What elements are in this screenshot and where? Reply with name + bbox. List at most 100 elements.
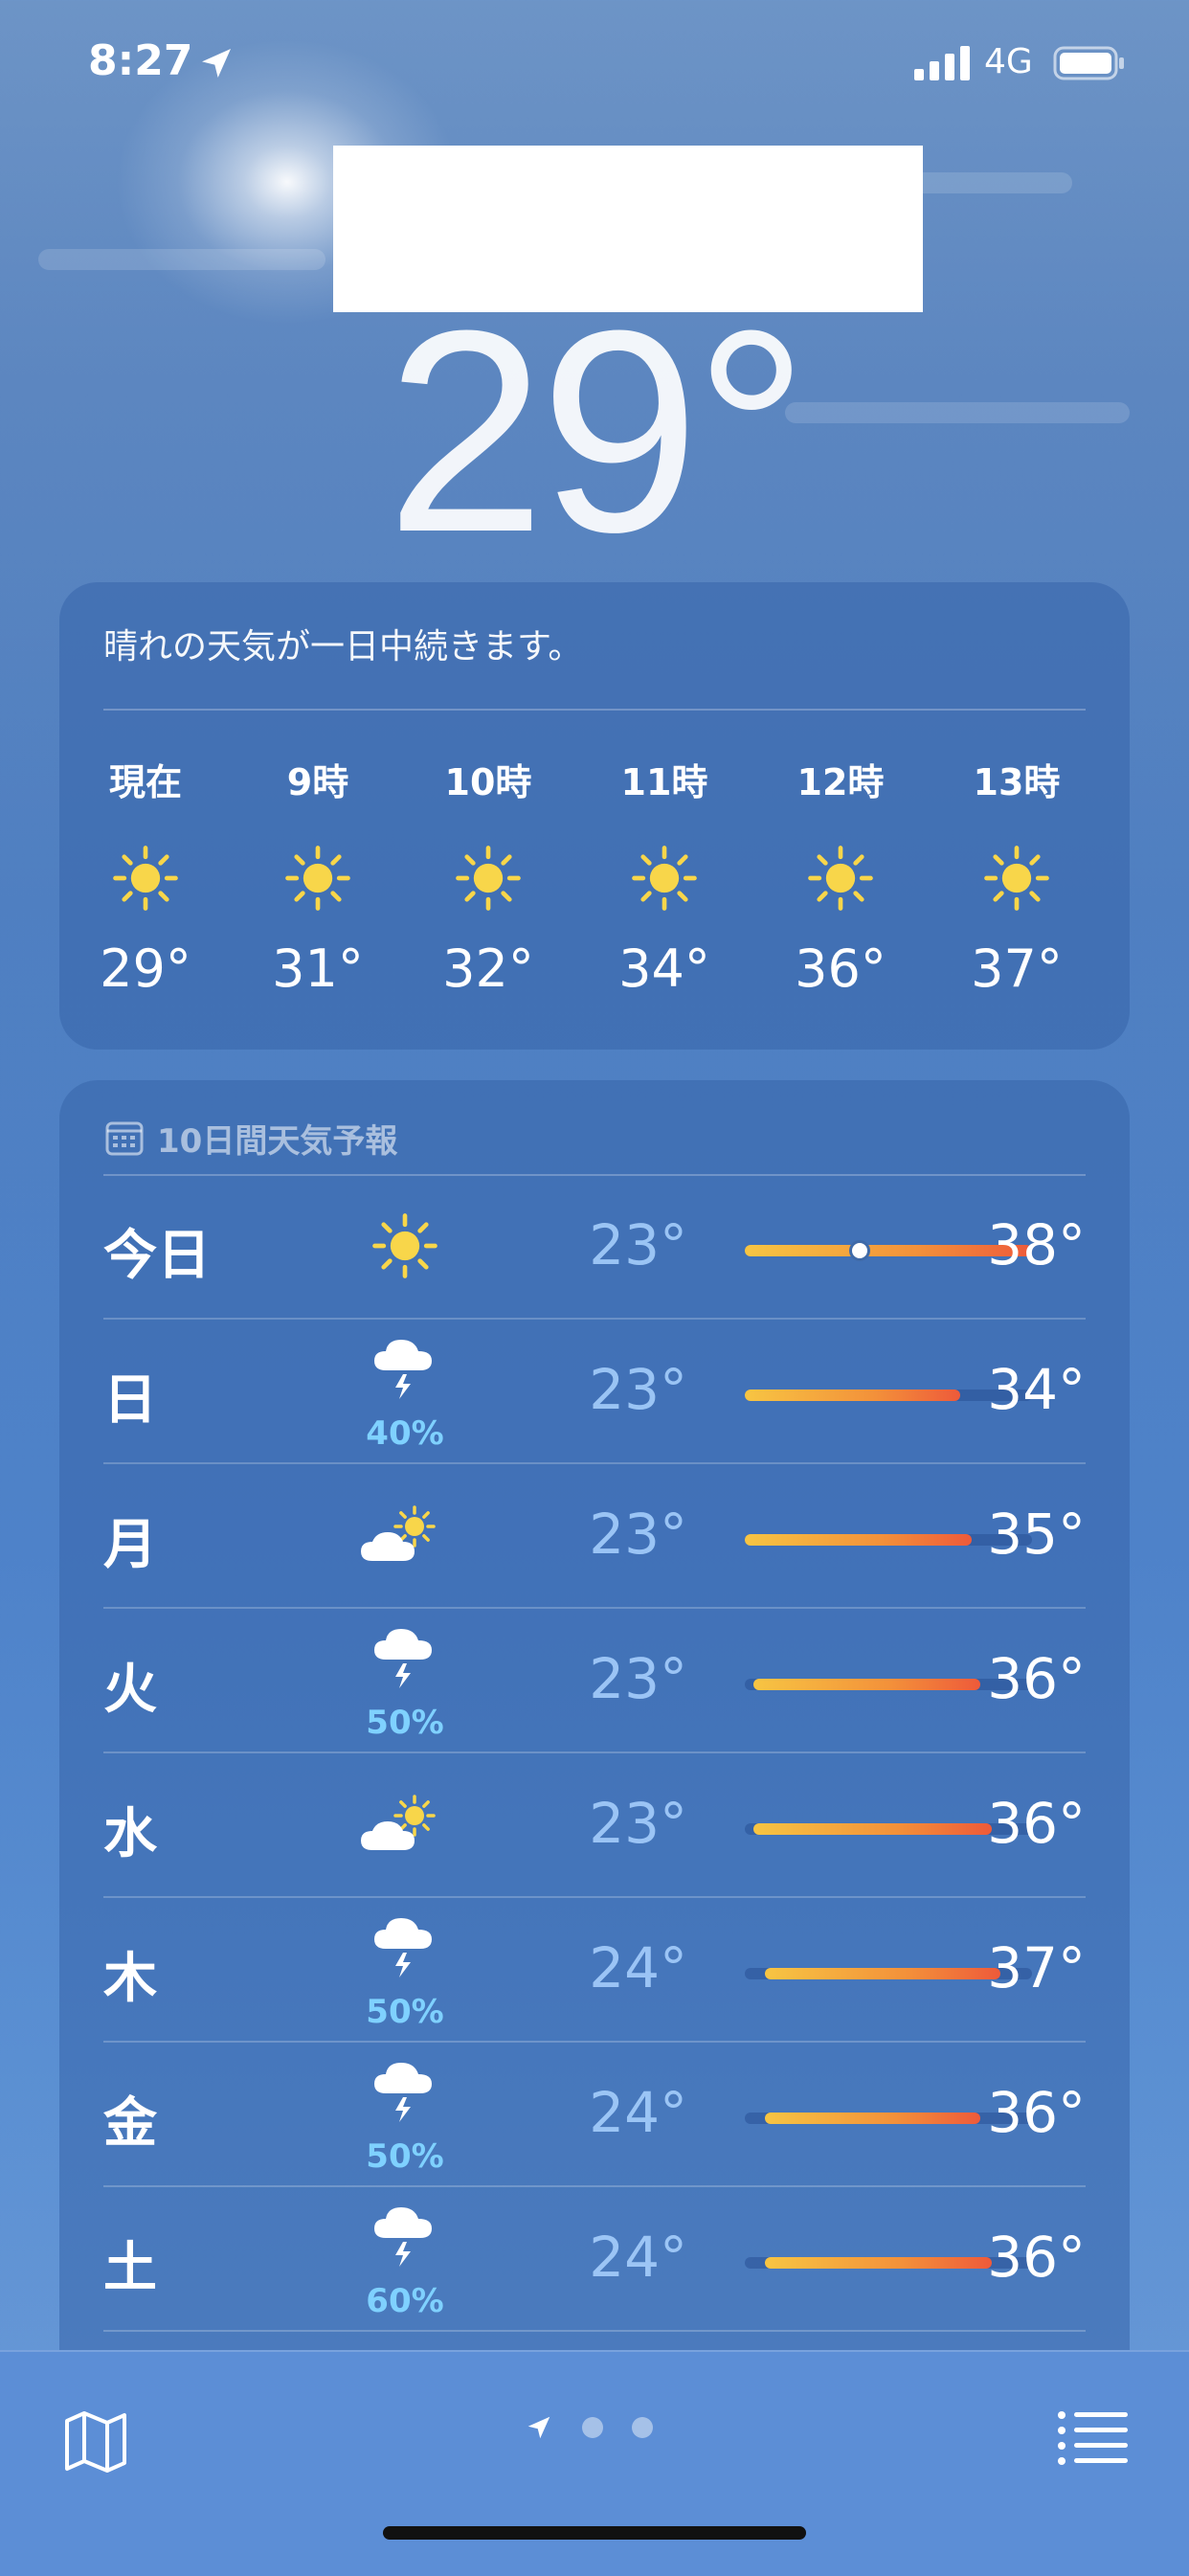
current-temperature: 29° bbox=[386, 270, 809, 592]
map-icon[interactable] bbox=[61, 2407, 130, 2476]
hourly-item: 11時 34° bbox=[597, 753, 731, 999]
status-bar: 8:27 4G bbox=[0, 0, 1189, 134]
day-name: 金 bbox=[103, 2092, 157, 2155]
hour-label: 12時 bbox=[796, 761, 885, 803]
high-temperature: 38° bbox=[987, 1212, 1086, 1277]
page-dot[interactable] bbox=[582, 2417, 603, 2438]
divider bbox=[103, 1462, 1086, 1464]
thunderstorm-icon bbox=[374, 2207, 432, 2267]
daily-row[interactable]: 今日 23° 38° bbox=[103, 1176, 1086, 1320]
sun-icon bbox=[808, 846, 873, 911]
hour-label: 11時 bbox=[620, 761, 708, 803]
partly-sunny-icon bbox=[361, 1505, 436, 1561]
hour-temperature: 36° bbox=[795, 938, 886, 999]
thunderstorm-icon bbox=[374, 2063, 432, 2122]
cloud-streak bbox=[38, 249, 325, 270]
sun-icon bbox=[372, 1213, 437, 1278]
hour-label: 9時 bbox=[286, 761, 349, 803]
daily-row[interactable]: 日 40% 23° 34° bbox=[103, 1321, 1086, 1464]
day-icon-wrap bbox=[352, 1332, 458, 1409]
low-temperature: 24° bbox=[589, 2080, 687, 2145]
daily-forecast-card[interactable]: 10日間天気予報 今日 23° 38° 日 40% 23° 34° 月 23° bbox=[59, 1080, 1130, 2469]
hour-icon-wrap bbox=[251, 845, 385, 912]
low-temperature: 24° bbox=[589, 2225, 687, 2290]
hourly-item: 13時 37° bbox=[950, 753, 1084, 999]
divider bbox=[103, 1896, 1086, 1898]
high-temperature: 36° bbox=[987, 1646, 1086, 1711]
location-arrow-icon bbox=[202, 49, 231, 78]
daily-row[interactable]: 火 50% 23° 36° bbox=[103, 1610, 1086, 1753]
day-icon-wrap bbox=[352, 1910, 458, 1987]
hour-temperature: 32° bbox=[442, 938, 534, 999]
thunderstorm-icon bbox=[374, 1629, 432, 1688]
thunderstorm-icon bbox=[374, 1918, 432, 1977]
temperature-range-fill bbox=[745, 1390, 960, 1401]
divider bbox=[103, 2185, 1086, 2187]
hour-label: 10時 bbox=[444, 761, 532, 803]
day-name: 水 bbox=[103, 1803, 157, 1865]
divider bbox=[103, 2330, 1086, 2332]
day-icon-wrap bbox=[352, 2200, 458, 2276]
network-type: 4G bbox=[984, 42, 1033, 81]
high-temperature: 37° bbox=[987, 1935, 1086, 2000]
day-name: 土 bbox=[103, 2237, 157, 2299]
location-arrow-icon[interactable] bbox=[525, 2413, 553, 2442]
forecast-summary: 晴れの天気が一日中続きます。 bbox=[103, 627, 583, 667]
page-dot[interactable] bbox=[632, 2417, 653, 2438]
day-name: 火 bbox=[103, 1659, 157, 1721]
divider bbox=[103, 2041, 1086, 2043]
day-icon-wrap bbox=[352, 1621, 458, 1698]
day-icon-wrap bbox=[352, 1212, 458, 1289]
day-icon-wrap bbox=[352, 1502, 458, 1578]
low-temperature: 23° bbox=[589, 1357, 687, 1422]
daily-row[interactable]: 土 60% 24° 36° bbox=[103, 2188, 1086, 2332]
cellular-signal-icon bbox=[914, 46, 970, 80]
day-name: 今日 bbox=[103, 1225, 211, 1287]
daily-row[interactable]: 水 23° 36° bbox=[103, 1754, 1086, 1898]
hour-label: 現在 bbox=[108, 761, 182, 803]
bottom-toolbar bbox=[0, 2350, 1189, 2576]
divider bbox=[103, 1607, 1086, 1609]
precip-chance: 40% bbox=[366, 1414, 444, 1453]
divider bbox=[103, 1751, 1086, 1753]
low-temperature: 23° bbox=[589, 1502, 687, 1567]
hour-icon-wrap bbox=[421, 845, 555, 912]
sun-icon bbox=[984, 846, 1049, 911]
day-icon-wrap bbox=[352, 1791, 458, 1867]
calendar-icon bbox=[105, 1121, 144, 1156]
precip-chance: 60% bbox=[366, 2282, 444, 2320]
daily-row[interactable]: 月 23° 35° bbox=[103, 1465, 1086, 1609]
daily-row[interactable]: 木 50% 24° 37° bbox=[103, 1899, 1086, 2043]
hour-temperature: 31° bbox=[272, 938, 364, 999]
high-temperature: 36° bbox=[987, 2080, 1086, 2145]
hourly-item: 現在 29° bbox=[79, 753, 213, 999]
daily-header: 10日間天気予報 bbox=[105, 1117, 398, 1161]
daily-forecast-title: 10日間天気予報 bbox=[157, 1121, 398, 1161]
list-icon[interactable] bbox=[1057, 2409, 1130, 2467]
high-temperature: 36° bbox=[987, 1791, 1086, 1856]
partly-sunny-icon bbox=[361, 1795, 436, 1850]
divider bbox=[103, 709, 1086, 711]
thunderstorm-icon bbox=[374, 1340, 432, 1399]
page-indicator[interactable] bbox=[525, 2413, 653, 2442]
hourly-item: 9時 31° bbox=[251, 753, 385, 999]
hour-icon-wrap bbox=[79, 845, 213, 912]
high-temperature: 36° bbox=[987, 2225, 1086, 2290]
low-temperature: 24° bbox=[589, 1935, 687, 2000]
sun-icon bbox=[113, 846, 178, 911]
hourly-forecast-card[interactable]: 晴れの天気が一日中続きます。 現在 29° 9時 31° 10時 32° 11時… bbox=[59, 582, 1130, 1050]
precip-chance: 50% bbox=[366, 1704, 444, 1742]
hourly-item: 10時 32° bbox=[421, 753, 555, 999]
sun-icon bbox=[456, 846, 521, 911]
hour-icon-wrap bbox=[597, 845, 731, 912]
home-indicator[interactable] bbox=[383, 2526, 806, 2540]
hour-icon-wrap bbox=[774, 845, 908, 912]
precip-chance: 50% bbox=[366, 1993, 444, 2031]
high-temperature: 34° bbox=[987, 1357, 1086, 1422]
daily-row[interactable]: 金 50% 24° 36° bbox=[103, 2044, 1086, 2187]
day-name: 日 bbox=[103, 1369, 157, 1432]
battery-icon bbox=[1053, 46, 1124, 80]
hour-label: 13時 bbox=[973, 761, 1061, 803]
high-temperature: 35° bbox=[987, 1502, 1086, 1567]
low-temperature: 23° bbox=[589, 1791, 687, 1856]
